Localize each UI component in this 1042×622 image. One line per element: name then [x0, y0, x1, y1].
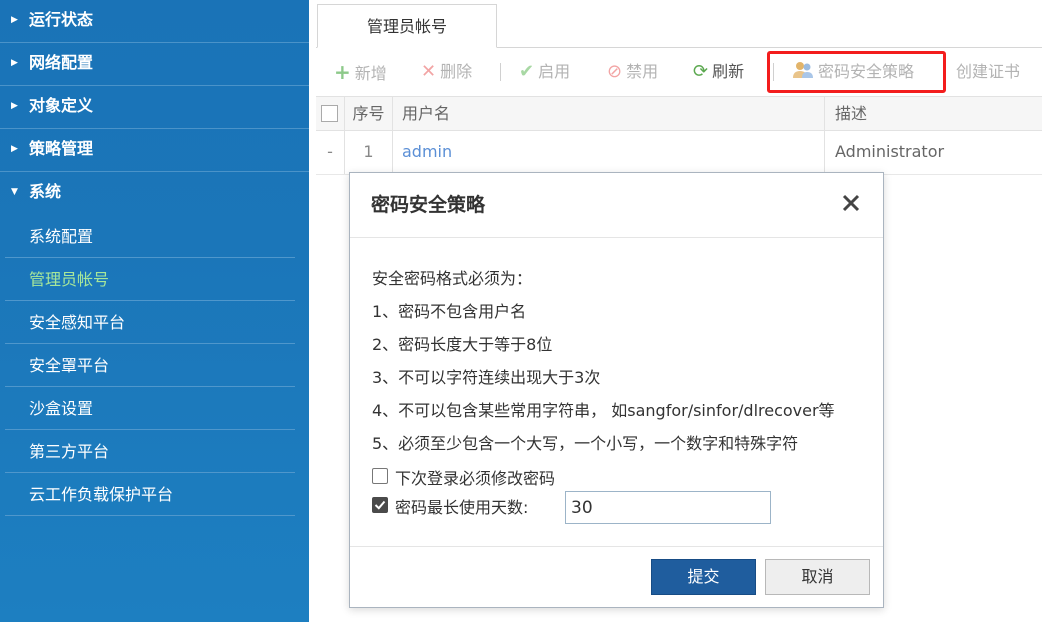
- disable-label: 禁用: [626, 62, 659, 81]
- sidebar-section-label: 系统: [29, 182, 62, 201]
- sidebar-item-admin-accounts[interactable]: 管理员帐号: [5, 258, 295, 301]
- sidebar-section-label: 运行状态: [29, 10, 94, 29]
- check-icon: ✔: [519, 61, 535, 82]
- delete-label: 删除: [440, 62, 473, 81]
- sidebar-item-label: 管理员帐号: [29, 270, 110, 289]
- sidebar-item-label: 安全感知平台: [29, 313, 126, 332]
- header-description[interactable]: 描述: [825, 97, 1042, 130]
- sidebar-section-label: 网络配置: [29, 53, 94, 72]
- select-all-cell: [316, 97, 345, 130]
- sidebar-item-label: 安全罩平台: [29, 356, 110, 375]
- tab-bar: 管理员帐号: [316, 0, 1042, 48]
- sidebar-item-label: 第三方平台: [29, 442, 110, 461]
- add-button[interactable]: + 新增: [334, 48, 387, 96]
- refresh-icon: ⟳: [693, 61, 709, 82]
- highlight-annotation: [767, 51, 946, 93]
- row-index: 1: [345, 131, 393, 174]
- row-description: Administrator: [835, 142, 945, 161]
- sidebar-item-security-awareness[interactable]: 安全感知平台: [5, 301, 295, 344]
- header-username[interactable]: 用户名: [393, 97, 825, 130]
- sidebar-section-label: 对象定义: [29, 96, 94, 115]
- sidebar-item-cloud-workload[interactable]: 云工作负载保护平台: [5, 473, 295, 516]
- force-change-checkbox[interactable]: [372, 468, 388, 484]
- delete-button[interactable]: ✕ 删除: [421, 48, 472, 96]
- select-all-checkbox[interactable]: [321, 105, 338, 122]
- add-label: 新增: [354, 64, 387, 83]
- policy-rule: 2、密码长度大于等于8位: [372, 335, 553, 354]
- policy-rule: 1、密码不包含用户名: [372, 302, 527, 321]
- max-days-input[interactable]: [565, 491, 771, 524]
- table-header: 序号 用户名 描述: [316, 96, 1042, 131]
- close-icon[interactable]: [837, 189, 865, 217]
- sidebar-item-third-party[interactable]: 第三方平台: [5, 430, 295, 473]
- table-row[interactable]: - 1 admin Administrator: [316, 131, 1042, 175]
- sidebar-item-label: 云工作负载保护平台: [29, 485, 174, 504]
- ban-icon: ⊘: [607, 61, 623, 82]
- chevron-right-icon: ▶: [11, 144, 18, 154]
- policy-rule: 4、不可以包含某些常用字符串， 如sangfor/sinfor/dlrecove…: [372, 401, 835, 420]
- create-cert-button[interactable]: 创建证书: [956, 48, 1020, 96]
- max-days-checkbox[interactable]: [372, 497, 388, 513]
- sidebar-section-network[interactable]: ▶ 网络配置: [0, 43, 309, 86]
- refresh-button[interactable]: ⟳ 刷新: [693, 48, 744, 96]
- sidebar-item-label: 沙盒设置: [29, 399, 94, 418]
- checkmark-icon: [374, 500, 386, 510]
- chevron-right-icon: ▶: [11, 15, 18, 25]
- disable-button[interactable]: ⊘ 禁用: [607, 48, 658, 96]
- header-index[interactable]: 序号: [345, 97, 393, 130]
- sidebar-section-status[interactable]: ▶ 运行状态: [0, 0, 309, 43]
- force-change-label: 下次登录必须修改密码: [395, 469, 556, 488]
- toolbar-divider: [500, 63, 501, 81]
- tab-admin-accounts[interactable]: 管理员帐号: [317, 4, 497, 48]
- sidebar-section-objects[interactable]: ▶ 对象定义: [0, 86, 309, 129]
- policy-intro: 安全密码格式必须为：: [372, 269, 533, 288]
- chevron-right-icon: ▶: [11, 58, 18, 68]
- sidebar-item-security-shield[interactable]: 安全罩平台: [5, 344, 295, 387]
- dialog-header: 密码安全策略: [350, 173, 883, 238]
- sidebar-item-label: 系统配置: [29, 227, 94, 246]
- submit-button[interactable]: 提交: [651, 559, 756, 595]
- plus-icon: +: [334, 60, 351, 84]
- policy-rule: 5、必须至少包含一个大写，一个小写，一个数字和特殊字符: [372, 434, 799, 453]
- username-link[interactable]: admin: [393, 131, 825, 174]
- sidebar: ▶ 运行状态 ▶ 网络配置 ▶ 对象定义 ▶ 策略管理 ▼ 系统 系统配置 管理…: [0, 0, 309, 622]
- close-x-icon: ✕: [421, 61, 437, 82]
- sidebar-item-system-config[interactable]: 系统配置: [5, 215, 295, 258]
- max-days-label: 密码最长使用天数:: [395, 498, 529, 517]
- create-cert-label: 创建证书: [956, 62, 1021, 81]
- sidebar-section-system[interactable]: ▼ 系统: [0, 172, 309, 215]
- cancel-button[interactable]: 取消: [765, 559, 870, 595]
- policy-rule: 3、不可以字符连续出现大于3次: [372, 368, 601, 387]
- sidebar-section-policy[interactable]: ▶ 策略管理: [0, 129, 309, 172]
- sidebar-section-label: 策略管理: [29, 139, 94, 158]
- chevron-down-icon: ▼: [11, 187, 18, 197]
- dialog-title: 密码安全策略: [371, 194, 486, 216]
- enable-button[interactable]: ✔ 启用: [519, 48, 570, 96]
- enable-label: 启用: [538, 62, 571, 81]
- refresh-label: 刷新: [712, 62, 745, 81]
- dialog-footer: 提交 取消: [350, 546, 883, 608]
- chevron-right-icon: ▶: [11, 101, 18, 111]
- password-policy-dialog: 密码安全策略 安全密码格式必须为： 1、密码不包含用户名 2、密码长度大于等于8…: [349, 172, 884, 608]
- row-marker: -: [316, 131, 345, 174]
- sidebar-item-sandbox[interactable]: 沙盒设置: [5, 387, 295, 430]
